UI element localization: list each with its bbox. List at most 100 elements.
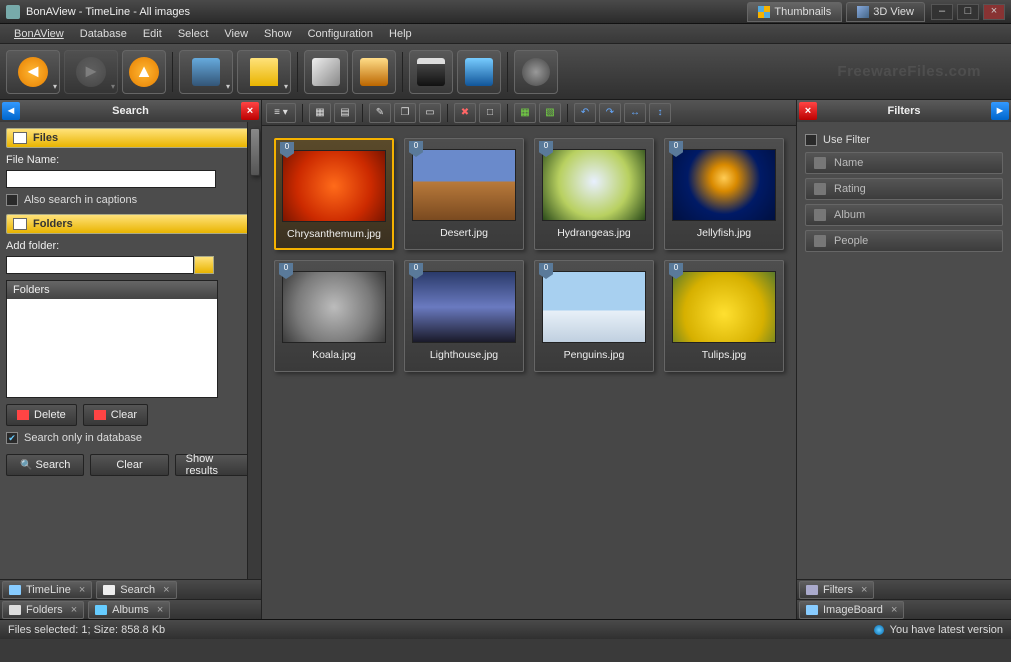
filter-icon [814,209,826,221]
tb-btn-add[interactable]: ▦ [514,103,536,123]
thumbnail-grid[interactable]: 0Chrysanthemum.jpg0Desert.jpg0Hydrangeas… [262,126,796,619]
delete-folder-button[interactable]: Delete [6,404,77,426]
tb-btn-2[interactable]: ▤ [334,103,356,123]
close-tab-icon[interactable]: × [79,584,85,596]
title-bar: BonAView - TimeLine - All images Thumbna… [0,0,1011,24]
settings-button[interactable] [514,50,558,94]
folders-listbox[interactable]: Folders [6,280,218,398]
browse-folder-button[interactable] [194,256,214,274]
addfolder-input[interactable] [6,256,194,274]
nav-back-button[interactable]: ◄▾ [6,50,60,94]
close-tab-icon[interactable]: × [71,604,77,616]
tb-btn-copy[interactable]: ❐ [394,103,416,123]
filename-input[interactable] [6,170,216,188]
filter-icon [814,183,826,195]
edit-tools-button[interactable] [304,50,348,94]
tab-albums[interactable]: Albums× [88,601,170,619]
close-tab-icon[interactable]: × [891,604,897,616]
show-results-button[interactable]: Show results [175,454,253,476]
thumbnail-caption: Koala.jpg [280,349,388,361]
thumbnail-item[interactable]: 0Desert.jpg [404,138,524,250]
collapse-right-button[interactable]: ► [991,102,1009,120]
checkbox-icon [805,134,817,146]
tab-imageboard[interactable]: ImageBoard× [799,601,904,619]
use-filter-checkbox[interactable]: Use Filter [805,134,1003,146]
menu-edit[interactable]: Edit [135,26,170,42]
tb-btn-export[interactable]: ▧ [539,103,561,123]
close-button[interactable]: × [983,4,1005,20]
close-tab-icon[interactable]: × [163,584,169,596]
clear-folders-button[interactable]: Clear [83,404,148,426]
tab-filters[interactable]: Filters× [799,581,874,599]
thumbnail-item[interactable]: 0Jellyfish.jpg [664,138,784,250]
thumbnail-item[interactable]: 0Hydrangeas.jpg [534,138,654,250]
minimize-button[interactable]: – [931,4,953,20]
tab-timeline[interactable]: TimeLine× [2,581,92,599]
slideshow-button[interactable] [457,50,501,94]
tb-btn-redo[interactable]: ↷ [599,103,621,123]
open-folder-button[interactable]: ▾ [237,50,291,94]
thumbnails-icon [758,6,770,18]
nav-up-button[interactable]: ▲ [122,50,166,94]
image-effects-button[interactable] [352,50,396,94]
filename-label: File Name: [6,154,253,166]
tb-btn-paste[interactable]: ▭ [419,103,441,123]
maximize-button[interactable]: □ [957,4,979,20]
thumbnail-item[interactable]: 0Koala.jpg [274,260,394,372]
menu-configuration[interactable]: Configuration [300,26,381,42]
nav-forward-button[interactable]: ►▾ [64,50,118,94]
tb-btn-rename[interactable]: □ [479,103,501,123]
menu-view[interactable]: View [216,26,256,42]
search-button[interactable]: Search [6,454,84,476]
thumbnail-item[interactable]: 0Penguins.jpg [534,260,654,372]
close-tab-icon[interactable]: × [861,584,867,596]
menu-database[interactable]: Database [72,26,135,42]
view-mode-button[interactable]: ≡ ▾ [266,103,296,123]
thumbnail-item[interactable]: 0Chrysanthemum.jpg [274,138,394,250]
close-filters-panel-button[interactable]: × [799,102,817,120]
menu-help[interactable]: Help [381,26,420,42]
checkbox-icon: ✔ [6,432,18,444]
menu-select[interactable]: Select [170,26,217,42]
tb-btn-rotate-h[interactable]: ↔ [624,103,646,123]
thumbnail-item[interactable]: 0Tulips.jpg [664,260,784,372]
tb-btn-rotate-v[interactable]: ↕ [649,103,671,123]
menu-show[interactable]: Show [256,26,300,42]
search-icon [20,459,32,471]
files-section-header[interactable]: Files [6,128,253,148]
thumbnail-image [282,150,386,222]
filter-item-album[interactable]: Album [805,204,1003,226]
menu-bonaview[interactable]: BonAView [6,26,72,42]
import-button[interactable]: ▾ [179,50,233,94]
search-only-db-checkbox[interactable]: ✔ Search only in database [6,432,253,444]
filters-panel-header: × Filters ► [797,100,1011,122]
delete-icon [17,410,29,420]
tb-btn-delete[interactable]: ✖ [454,103,476,123]
filter-item-people[interactable]: People [805,230,1003,252]
left-scrollbar[interactable] [247,122,261,579]
tab-folders[interactable]: Folders× [2,601,84,619]
window-title: BonAView - TimeLine - All images [26,6,190,18]
folders-section-header[interactable]: Folders [6,214,253,234]
filter-item-rating[interactable]: Rating [805,178,1003,200]
tb-btn-tools[interactable]: ✎ [369,103,391,123]
filters-panel-title: Filters [817,105,991,117]
tab-thumbnails[interactable]: Thumbnails [747,2,842,22]
clear-search-button[interactable]: Clear [90,454,168,476]
update-status-icon [874,625,884,635]
thumbnail-item[interactable]: 0Lighthouse.jpg [404,260,524,372]
tab-3d-view[interactable]: 3D View [846,2,925,22]
thumbnail-image [412,149,516,221]
tb-btn-1[interactable]: ▦ [309,103,331,123]
filter-item-name[interactable]: Name [805,152,1003,174]
collapse-left-button[interactable]: ◄ [2,102,20,120]
print-button[interactable] [409,50,453,94]
tb-btn-undo[interactable]: ↶ [574,103,596,123]
menu-bar: BonAView Database Edit Select View Show … [0,24,1011,44]
also-captions-checkbox[interactable]: Also search in captions [6,194,253,206]
tab-search[interactable]: Search× [96,581,176,599]
close-search-panel-button[interactable]: × [241,102,259,120]
addfolder-label: Add folder: [6,240,253,252]
close-tab-icon[interactable]: × [157,604,163,616]
files-icon [13,132,27,144]
